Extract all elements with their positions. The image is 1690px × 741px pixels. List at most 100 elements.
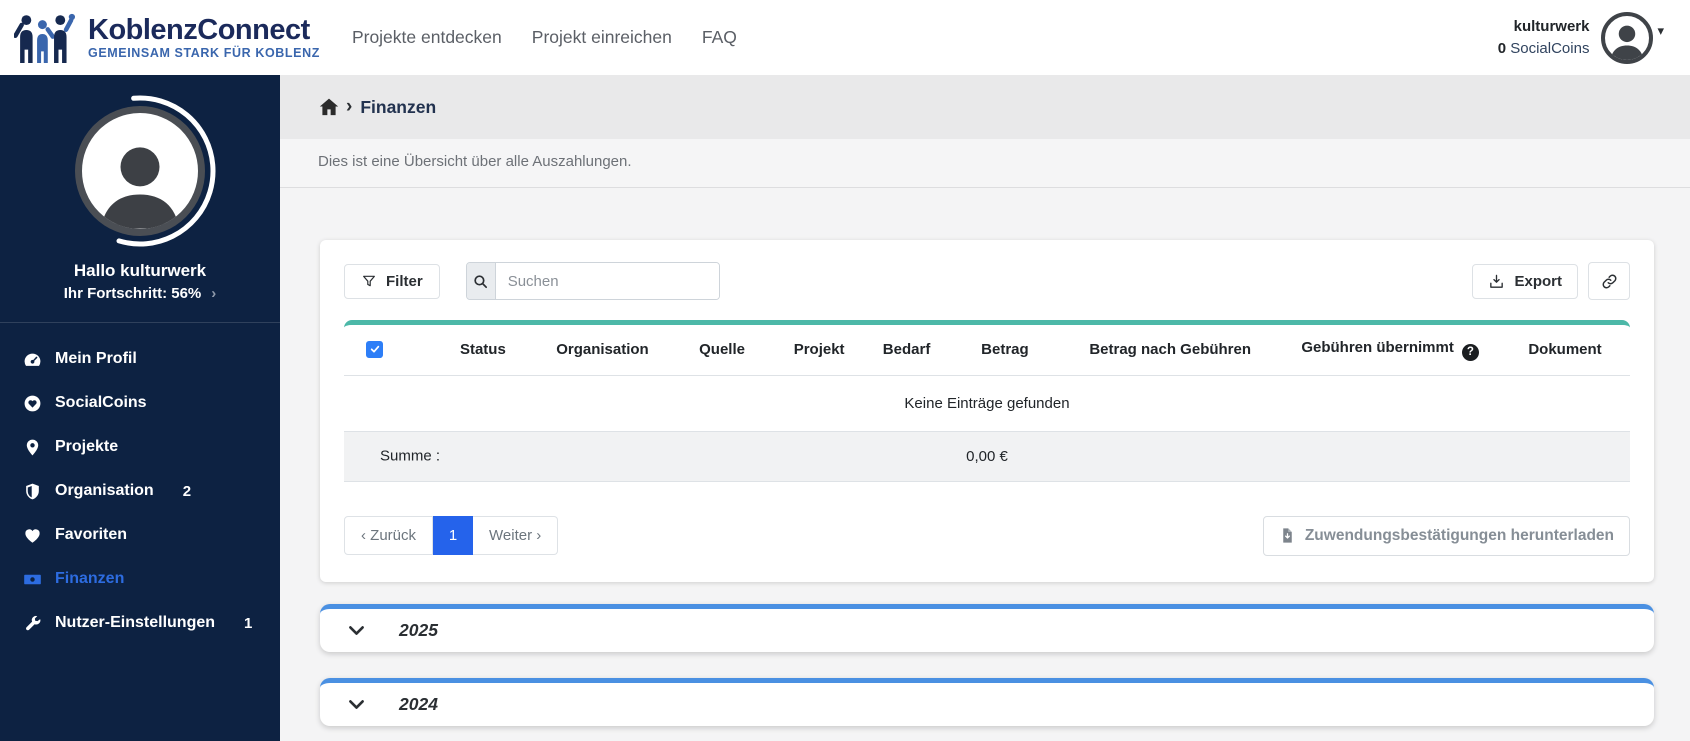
empty-row: Keine Einträge gefunden <box>344 375 1630 432</box>
profile-progress[interactable]: Ihr Fortschritt: 56% › <box>0 285 280 302</box>
file-download-icon <box>1283 528 1292 543</box>
column-header-projekt[interactable]: Projekt <box>774 325 864 376</box>
sidebar-item-label: Projekte <box>55 438 119 455</box>
export-button-label: Export <box>1514 272 1562 290</box>
download-button-label: Zuwendungsbestätigungen herunterladen <box>1304 526 1614 544</box>
shield-icon <box>22 481 42 501</box>
sum-value: 0,00 € <box>966 447 1008 465</box>
nav-faq[interactable]: FAQ <box>702 27 737 48</box>
column-header-betrag-nach-gebuehren[interactable]: Betrag nach Gebühren <box>1060 325 1281 376</box>
funnel-icon <box>363 275 375 287</box>
search-input[interactable] <box>495 263 719 299</box>
sidebar-item-label: Organisation <box>55 482 154 499</box>
sidebar-item-mein-profil[interactable]: Mein Profil <box>0 337 280 381</box>
money-bill-icon <box>22 569 42 589</box>
nav-projekte-entdecken[interactable]: Projekte entdecken <box>352 27 502 48</box>
home-icon[interactable] <box>318 96 340 118</box>
nav-projekt-einreichen[interactable]: Projekt einreichen <box>532 27 672 48</box>
pagination-current-page[interactable]: 1 <box>433 516 474 555</box>
column-header-status[interactable]: Status <box>430 325 536 376</box>
sidebar: Hallo kulturwerk Ihr Fortschritt: 56% › M… <box>0 75 280 741</box>
coin-label: SocialCoins <box>1510 39 1590 57</box>
person-icon <box>1610 25 1644 60</box>
column-header-organisation[interactable]: Organisation <box>535 325 670 376</box>
profile-avatar[interactable] <box>75 106 205 236</box>
page-description: Dies ist eine Übersicht über alle Auszah… <box>280 139 1690 188</box>
pagination-next-button[interactable]: Weiter › <box>473 516 559 555</box>
wrench-icon <box>22 613 42 633</box>
breadcrumb: › Finanzen <box>280 75 1690 139</box>
filter-button[interactable]: Filter <box>344 263 440 299</box>
accordion-2025[interactable]: 2025 <box>320 603 1654 652</box>
sidebar-divider <box>0 322 280 323</box>
sidebar-badge: 1 <box>244 614 253 632</box>
sidebar-profile: Hallo kulturwerk Ihr Fortschritt: 56% › <box>0 75 280 302</box>
select-all-checkbox[interactable] <box>366 340 383 358</box>
link-icon <box>1602 274 1616 288</box>
sidebar-item-projekte[interactable]: Projekte <box>0 425 280 469</box>
sidebar-item-label: SocialCoins <box>55 394 147 411</box>
coin-heart-icon <box>22 393 42 413</box>
filter-button-label: Filter <box>386 272 423 290</box>
accordion-year-label: 2025 <box>399 619 438 640</box>
coin-count: 0 <box>1497 39 1507 57</box>
progress-label: Ihr Fortschritt: 56% <box>63 285 202 302</box>
sidebar-item-label: Finanzen <box>55 570 125 587</box>
logo-tagline: GEMEINSAM STARK FÜR KOBLENZ <box>88 46 320 61</box>
download-confirmations-button[interactable]: Zuwendungsbestätigungen herunterladen <box>1262 515 1630 556</box>
top-header: KoblenzConnect GEMEINSAM STARK FÜR KOBLE… <box>0 0 1690 75</box>
table-header-row: Status Organisation Quelle Projekt Bedar… <box>344 325 1630 376</box>
column-header-quelle[interactable]: Quelle <box>669 325 775 376</box>
sum-row: Summe : 0,00 € <box>344 431 1630 482</box>
sidebar-item-label: Nutzer-Einstellungen <box>55 614 216 631</box>
heart-icon <box>22 525 42 545</box>
sidebar-item-favoriten[interactable]: Favoriten <box>0 513 280 557</box>
top-nav: Projekte entdecken Projekt einreichen FA… <box>352 27 737 48</box>
column-header-dokument[interactable]: Dokument <box>1500 325 1630 376</box>
sidebar-item-label: Mein Profil <box>55 350 137 367</box>
map-marker-icon <box>22 437 42 457</box>
column-header-betrag[interactable]: Betrag <box>949 325 1061 376</box>
search-group <box>465 262 720 300</box>
sidebar-item-nutzer-einstellungen[interactable]: Nutzer-Einstellungen 1 <box>0 601 280 645</box>
user-menu[interactable]: kulturwerk 0 SocialCoins ▾ <box>1497 11 1664 64</box>
tachometer-icon <box>22 349 42 369</box>
chevron-right-icon: › <box>211 285 217 302</box>
export-button[interactable]: Export <box>1472 263 1578 299</box>
search-icon <box>466 263 496 299</box>
sidebar-item-organisation[interactable]: Organisation 2 <box>0 469 280 513</box>
column-header-gebuehren-uebernimmt[interactable]: Gebühren übernimmt? <box>1280 325 1501 376</box>
breadcrumb-current: Finanzen <box>360 96 437 117</box>
logo-title: KoblenzConnect <box>88 13 310 46</box>
help-circle-icon[interactable]: ? <box>1461 343 1479 361</box>
logo-people-icon <box>14 13 76 63</box>
payouts-table: Status Organisation Quelle Projekt Bedar… <box>344 320 1630 482</box>
chevron-down-icon <box>346 694 367 715</box>
pagination-prev-button[interactable]: ‹ Zurück <box>344 516 434 555</box>
caret-down-icon[interactable]: ▾ <box>1657 23 1664 39</box>
page-layout: Hallo kulturwerk Ihr Fortschritt: 56% › M… <box>0 75 1690 741</box>
copy-link-button[interactable] <box>1588 262 1630 300</box>
user-avatar[interactable] <box>1601 11 1654 64</box>
sidebar-item-label: Favoriten <box>55 526 128 543</box>
accordion-2024[interactable]: 2024 <box>320 677 1654 726</box>
logo[interactable]: KoblenzConnect GEMEINSAM STARK FÜR KOBLE… <box>14 13 320 63</box>
sidebar-badge: 2 <box>182 482 192 500</box>
user-name: kulturwerk <box>1513 17 1590 35</box>
sidebar-item-finanzen[interactable]: Finanzen <box>0 557 280 601</box>
sidebar-menu: Mein Profil SocialCoins Projekte Organis… <box>0 331 280 651</box>
chevron-down-icon <box>346 620 367 641</box>
breadcrumb-separator: › <box>346 96 353 117</box>
profile-avatar-ring[interactable] <box>62 93 218 249</box>
payouts-card: Filter Export <box>320 240 1654 582</box>
check-icon <box>370 345 379 353</box>
download-tray-icon <box>1490 274 1504 288</box>
person-icon <box>101 147 179 229</box>
card-toolbar: Filter Export <box>344 262 1630 300</box>
sidebar-item-socialcoins[interactable]: SocialCoins <box>0 381 280 425</box>
sidebar-greeting: Hallo kulturwerk <box>73 261 207 280</box>
main-content: › Finanzen Dies ist eine Übersicht über … <box>280 75 1690 741</box>
column-header-bedarf[interactable]: Bedarf <box>863 325 950 376</box>
pagination-row: ‹ Zurück 1 Weiter › Zuwendungsbestätigun… <box>344 515 1630 556</box>
sum-label: Summe : <box>380 447 441 465</box>
